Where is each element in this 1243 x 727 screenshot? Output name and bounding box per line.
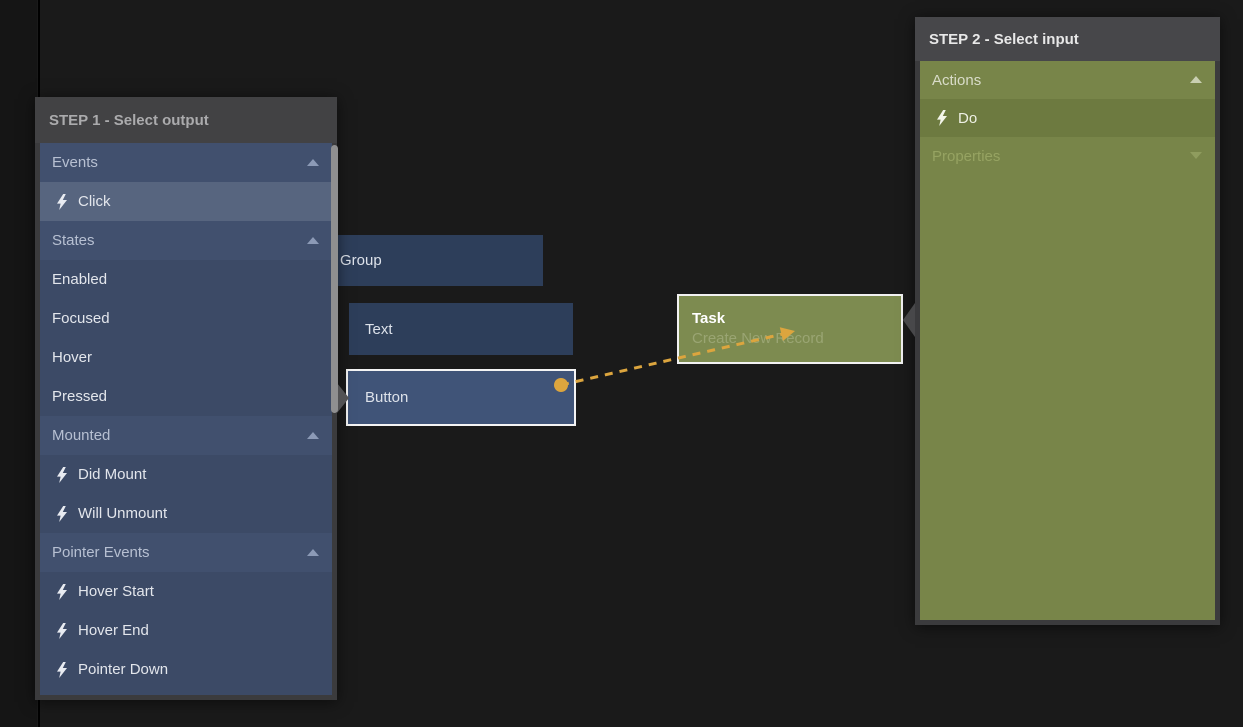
- step1-anchor-arrow-icon: [337, 383, 349, 413]
- output-item-focused[interactable]: Focused: [40, 299, 332, 338]
- output-item-hover-start[interactable]: Hover Start: [40, 572, 332, 611]
- node-text[interactable]: Text: [349, 303, 573, 355]
- step2-anchor-arrow-icon: [903, 303, 915, 337]
- expand-caret-icon[interactable]: [1190, 152, 1202, 159]
- node-task-subtitle: Create New Record: [692, 329, 824, 349]
- node-connection-canvas: Group Text Button Task Create New Record…: [0, 0, 1243, 727]
- section-label: Mounted: [52, 427, 110, 444]
- section-label: Properties: [932, 148, 1000, 165]
- node-button-label: Button: [365, 389, 408, 406]
- input-item-do[interactable]: Do: [920, 99, 1215, 137]
- item-label: Pressed: [52, 388, 107, 405]
- output-item-hover[interactable]: Hover: [40, 338, 332, 377]
- section-label: Actions: [932, 72, 981, 89]
- output-item-pressed[interactable]: Pressed: [40, 377, 332, 416]
- step2-title: STEP 2 - Select input: [915, 17, 1220, 61]
- step1-title: STEP 1 - Select output: [35, 97, 337, 143]
- node-group-label: Group: [340, 252, 382, 269]
- item-label: Enabled: [52, 271, 107, 288]
- section-header-mounted[interactable]: Mounted: [40, 416, 332, 455]
- output-item-hover-end[interactable]: Hover End: [40, 611, 332, 650]
- step2-popover: STEP 2 - Select input Actions Do Propert…: [915, 17, 1220, 625]
- step2-input-list: Actions Do Properties: [920, 61, 1215, 620]
- section-label: Events: [52, 154, 98, 171]
- section-header-properties[interactable]: Properties: [920, 137, 1215, 175]
- section-header-pointer-events[interactable]: Pointer Events: [40, 533, 332, 572]
- section-header-actions[interactable]: Actions: [920, 61, 1215, 99]
- output-item-did-mount[interactable]: Did Mount: [40, 455, 332, 494]
- section-header-events[interactable]: Events: [40, 143, 332, 182]
- collapse-caret-icon[interactable]: [307, 549, 319, 556]
- node-button[interactable]: Button: [346, 369, 576, 426]
- section-header-states[interactable]: States: [40, 221, 332, 260]
- item-label: Hover Start: [78, 583, 154, 600]
- item-label: Focused: [52, 310, 110, 327]
- item-label: Do: [958, 110, 977, 127]
- step1-popover: STEP 1 - Select output Events Click Stat…: [35, 97, 337, 700]
- node-task[interactable]: Task Create New Record: [677, 294, 903, 364]
- lightning-icon: [56, 467, 68, 483]
- item-label: Will Unmount: [78, 505, 167, 522]
- lightning-icon: [56, 623, 68, 639]
- output-item-click[interactable]: Click: [40, 182, 332, 221]
- node-group[interactable]: Group: [327, 235, 543, 286]
- collapse-caret-icon[interactable]: [307, 159, 319, 166]
- collapse-caret-icon[interactable]: [307, 432, 319, 439]
- node-task-label: Task: [692, 309, 725, 329]
- item-label: Did Mount: [78, 466, 146, 483]
- section-label: Pointer Events: [52, 544, 150, 561]
- collapse-caret-icon[interactable]: [307, 237, 319, 244]
- item-label: Hover End: [78, 622, 149, 639]
- item-label: Hover: [52, 349, 92, 366]
- item-label: Pointer Down: [78, 661, 168, 678]
- collapse-caret-icon[interactable]: [1190, 76, 1202, 83]
- section-label: States: [52, 232, 95, 249]
- lightning-icon: [56, 584, 68, 600]
- node-text-label: Text: [365, 321, 393, 338]
- step1-scrollbar[interactable]: [331, 145, 338, 413]
- canvas-margin-strip: [0, 0, 37, 727]
- lightning-icon: [56, 194, 68, 210]
- lightning-icon: [56, 662, 68, 678]
- lightning-icon: [936, 110, 948, 126]
- step1-output-list: Events Click States Enabled Focused Hove…: [40, 143, 332, 695]
- output-item-pointer-down[interactable]: Pointer Down: [40, 650, 332, 689]
- output-item-enabled[interactable]: Enabled: [40, 260, 332, 299]
- lightning-icon: [56, 506, 68, 522]
- item-label: Click: [78, 193, 111, 210]
- output-item-will-unmount[interactable]: Will Unmount: [40, 494, 332, 533]
